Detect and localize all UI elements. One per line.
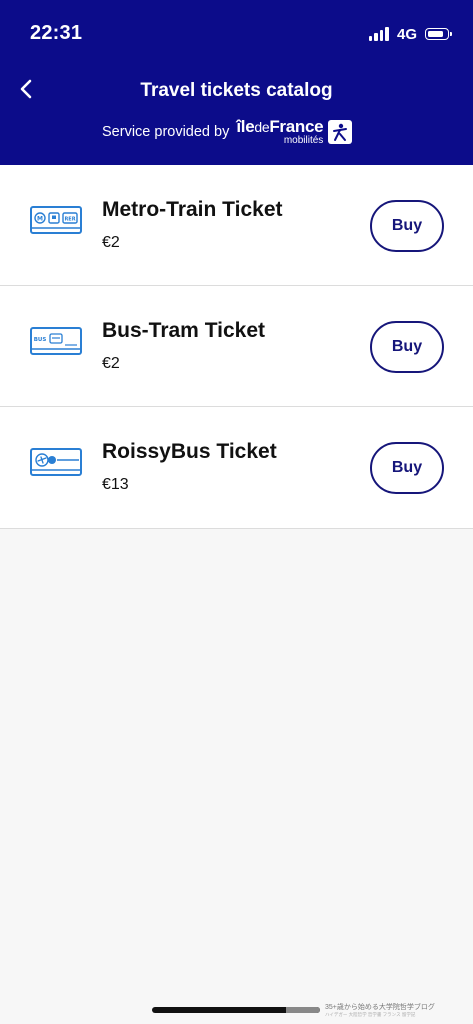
watermark-line2: ハイデガー 大陸哲学 哲学書 フランス 留学記 — [325, 1012, 416, 1018]
bus-tram-ticket-icon: BUS — [30, 327, 82, 355]
ticket-name: RoissyBus Ticket — [102, 440, 277, 463]
ticket-price: €2 — [102, 234, 120, 251]
brand-name-part3: France — [269, 117, 324, 136]
buy-button[interactable]: Buy — [370, 442, 444, 494]
brand-name-part1: île — [236, 117, 255, 136]
provided-by-label: Service provided by — [102, 124, 230, 140]
ticket-price: €13 — [102, 476, 129, 493]
ticket-row-metro-train: M RER Metro-Train Ticket €2 Buy — [0, 165, 473, 286]
idf-mobilites-logo-icon — [328, 120, 353, 144]
ticket-name: Bus-Tram Ticket — [102, 319, 266, 342]
status-indicators: 4G — [368, 24, 452, 44]
svg-text:BUS: BUS — [34, 337, 47, 343]
brand-logo-text: îledeFrance mobilités — [236, 118, 323, 146]
ticket-row-bus-tram: BUS Bus-Tram Ticket €2 Buy — [0, 286, 473, 407]
home-indicator-tail — [286, 1007, 320, 1013]
ticket-list: M RER Metro-Train Ticket €2 Buy BUS Bus-… — [0, 165, 473, 529]
battery-icon — [425, 28, 452, 40]
roissybus-ticket-icon — [30, 448, 82, 476]
signal-icon — [368, 27, 391, 41]
ticket-price: €2 — [102, 355, 120, 372]
app-header: 22:31 4G Travel tickets catalog Service … — [0, 0, 473, 165]
watermark: 35+歳から始める大学院哲学ブログ ハイデガー 大陸哲学 哲学書 フランス 留学… — [325, 1004, 465, 1018]
page-title: Travel tickets catalog — [140, 80, 333, 101]
brand-name-part2: de — [254, 119, 270, 135]
svg-text:M: M — [37, 216, 43, 223]
buy-button[interactable]: Buy — [370, 321, 444, 373]
ticket-name: Metro-Train Ticket — [102, 198, 283, 221]
buy-button[interactable]: Buy — [370, 200, 444, 252]
status-time: 22:31 — [30, 22, 83, 44]
network-type: 4G — [396, 25, 417, 43]
provider-info: Service provided by îledeFrance mobilité… — [102, 118, 353, 146]
svg-text:RER: RER — [64, 216, 75, 222]
ticket-row-roissybus: RoissyBus Ticket €13 Buy — [0, 407, 473, 529]
metro-train-ticket-icon: M RER — [30, 206, 82, 234]
brand-subtitle: mobilités — [283, 135, 324, 146]
